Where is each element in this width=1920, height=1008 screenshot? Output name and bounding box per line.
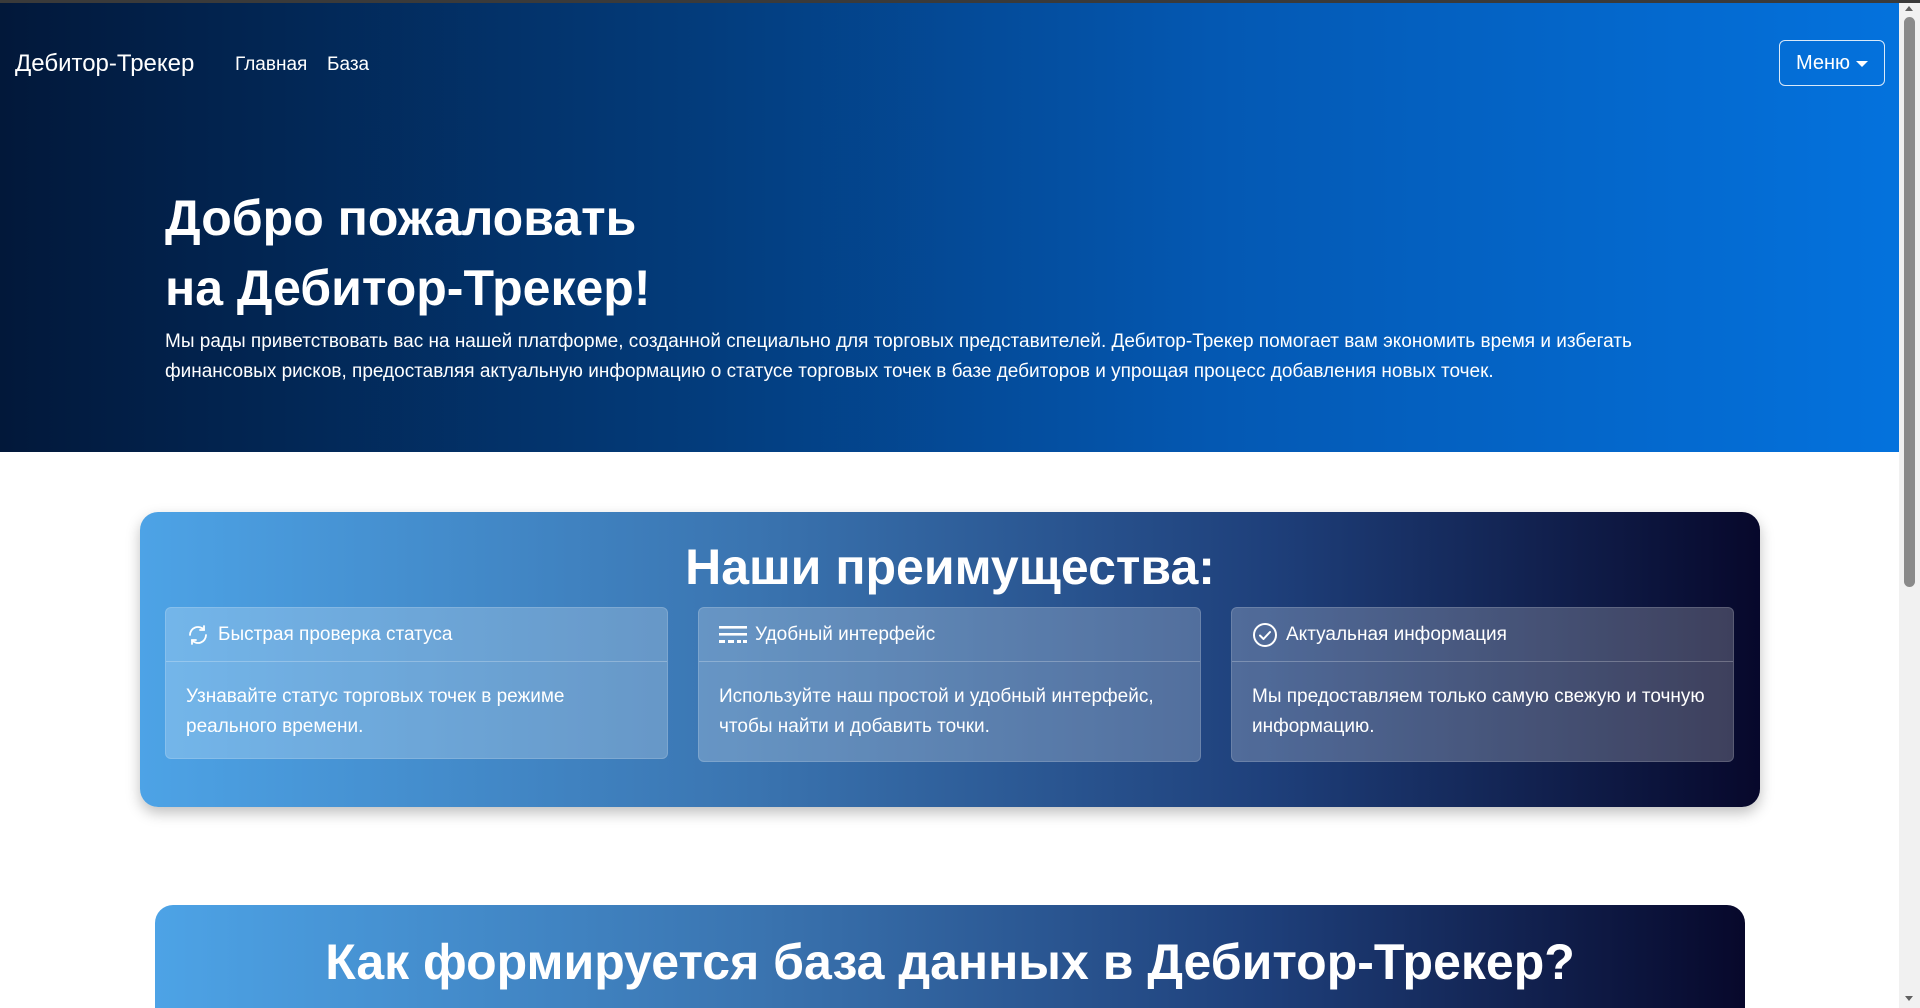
database-title: Как формируется база данных в Дебитор-Тр…	[325, 934, 1575, 990]
card-text: Мы предоставляем только самую свежую и т…	[1252, 686, 1705, 737]
database-section: Как формируется база данных в Дебитор-Тр…	[155, 905, 1745, 1008]
nav-link-base[interactable]: База	[327, 54, 369, 76]
hero-section: Дебитор-Трекер Главная База Меню Добро п…	[0, 3, 1899, 452]
check-circle-icon	[1252, 622, 1278, 648]
brand-logo-link[interactable]: Дебитор-Трекер	[15, 50, 194, 78]
menu-dropdown-button[interactable]: Меню	[1779, 40, 1885, 86]
card-header: Удобный интерфейс	[699, 608, 1200, 662]
scroll-up-arrow-icon[interactable]	[1905, 6, 1913, 11]
scrollbar-thumb[interactable]	[1904, 17, 1915, 587]
caret-down-icon	[1856, 61, 1869, 67]
advantages-section: Наши преимущества: Быстрая проверка стат…	[140, 512, 1760, 807]
advantages-title: Наши преимущества:	[685, 539, 1215, 595]
hero-description: Мы рады приветствовать вас на нашей плат…	[165, 331, 1632, 382]
hero-title-line1: Добро пожаловать	[165, 190, 637, 246]
advantage-card-status: Быстрая проверка статуса Узнавайте стату…	[165, 607, 668, 759]
hero-title: Добро пожаловать на Дебитор-Трекер!	[165, 183, 650, 323]
interface-icon	[719, 624, 747, 646]
card-title: Удобный интерфейс	[755, 623, 936, 645]
card-text: Используйте наш простой и удобный интерф…	[719, 686, 1154, 737]
page-scrollbar[interactable]	[1899, 3, 1920, 1008]
card-title: Быстрая проверка статуса	[218, 623, 453, 645]
card-header: Актуальная информация	[1232, 608, 1733, 662]
menu-button-label: Меню	[1795, 51, 1851, 74]
advantage-card-info: Актуальная информация Мы предоставляем т…	[1231, 607, 1734, 762]
card-text: Узнавайте статус торговых точек в режиме…	[186, 686, 565, 737]
scroll-down-arrow-icon[interactable]	[1905, 996, 1913, 1001]
card-header: Быстрая проверка статуса	[166, 608, 667, 662]
advantage-card-interface: Удобный интерфейс Используйте наш просто…	[698, 607, 1201, 762]
refresh-icon	[186, 623, 210, 647]
card-title: Актуальная информация	[1286, 623, 1507, 645]
hero-title-line2: на Дебитор-Трекер!	[165, 260, 651, 316]
nav-link-home[interactable]: Главная	[235, 54, 307, 76]
